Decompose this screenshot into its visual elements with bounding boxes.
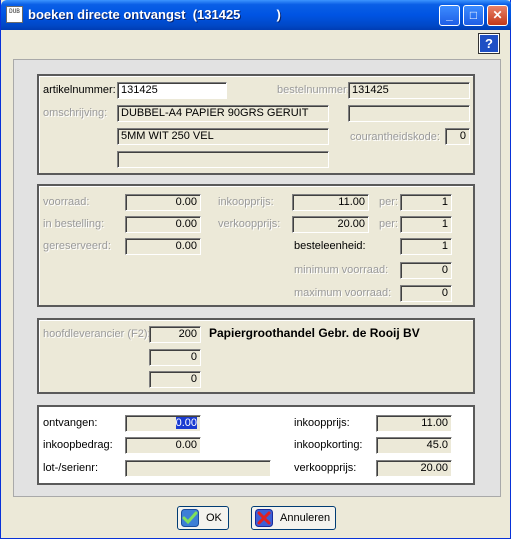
bestelnummer-field[interactable]: 131425 [348, 82, 470, 99]
dialog-window: DUB boeken directe ontvangst (131425 ) _… [0, 0, 511, 539]
leverancier-3-field[interactable]: 0 [149, 371, 201, 388]
leverancier-2-field[interactable]: 0 [149, 349, 201, 366]
verkoopprijs-label: verkoopprijs: [218, 218, 281, 230]
minimum-voorraad-field[interactable]: 0 [400, 262, 452, 279]
minimize-button[interactable]: _ [439, 5, 460, 26]
help-button[interactable]: ? [478, 33, 500, 54]
maximum-voorraad-label: maximum voorraad: [294, 287, 392, 299]
cancel-button[interactable]: Annuleren [251, 506, 336, 530]
supplier-group: hoofdleverancier (F2): 200 Papiergrootha… [37, 318, 475, 394]
close-button[interactable]: ✕ [487, 5, 508, 26]
besteleenheid-field[interactable]: 1 [400, 238, 452, 255]
maximum-voorraad-field[interactable]: 0 [400, 285, 452, 302]
check-icon [181, 509, 199, 527]
lot-serienr-label: lot-/serienr: [43, 462, 99, 474]
omschrijving-label: omschrijving: [43, 107, 108, 119]
inkoopkorting-label: inkoopkorting: [294, 439, 363, 451]
article-group: artikelnummer: 131425 bestelnummer: 1314… [37, 74, 475, 175]
inkoopprijs-label: inkoopprijs: [218, 196, 274, 208]
per-label-2: per: [379, 218, 398, 230]
receipt-inkoopprijs-field[interactable]: 11.00 [376, 415, 452, 432]
artikelnummer-label: artikelnummer: [43, 84, 116, 96]
artikelnummer-field[interactable]: 131425 [117, 82, 227, 99]
besteleenheid-label: besteleenheid: [294, 240, 366, 252]
ok-label: OK [206, 512, 222, 524]
title-bar[interactable]: DUB boeken directe ontvangst (131425 ) _… [1, 0, 511, 30]
voorraad-label: voorraad: [43, 196, 90, 208]
app-icon: DUB [6, 6, 23, 23]
ontvangen-label: ontvangen: [43, 417, 98, 429]
extra-field[interactable] [348, 105, 470, 122]
receipt-inkoopprijs-label: inkoopprijs: [294, 417, 350, 429]
inkoopbedrag-label: inkoopbedrag: [43, 439, 113, 451]
hoofdleverancier-label: hoofdleverancier (F2): [43, 328, 151, 340]
window-title: boeken directe ontvangst (131425 ) [28, 7, 281, 22]
receipt-verkoopprijs-label: verkoopprijs: [294, 462, 357, 474]
gereserveerd-field[interactable]: 0.00 [125, 238, 201, 255]
per-label-1: per: [379, 196, 398, 208]
courantheidskode-label: courantheidskode: [350, 131, 440, 143]
voorraad-field[interactable]: 0.00 [125, 194, 201, 211]
cancel-x-icon [255, 509, 273, 527]
omschrijving-line-1[interactable]: DUBBEL-A4 PAPIER 90GRS GERUIT [117, 105, 329, 122]
inkoopkorting-field[interactable]: 45.0 [376, 437, 452, 454]
maximize-button[interactable]: □ [463, 5, 484, 26]
cancel-label: Annuleren [280, 512, 331, 524]
per-field-2[interactable]: 1 [400, 216, 452, 233]
lot-serienr-field[interactable] [125, 460, 271, 477]
ontvangen-field[interactable]: 0.00 [125, 415, 201, 432]
in-bestelling-field[interactable]: 0.00 [125, 216, 201, 233]
ontvangen-value: 0.00 [175, 417, 197, 429]
bestelnummer-label: bestelnummer: [277, 84, 350, 96]
receipt-verkoopprijs-field[interactable]: 20.00 [376, 460, 452, 477]
stock-group: voorraad: 0.00 in bestelling: 0.00 geres… [37, 184, 475, 307]
hoofdleverancier-field[interactable]: 200 [149, 326, 201, 343]
ok-button[interactable]: OK [177, 506, 229, 530]
courantheidskode-field[interactable]: 0 [445, 128, 470, 145]
gereserveerd-label: gereserveerd: [43, 240, 111, 252]
omschrijving-line-3[interactable] [117, 151, 329, 168]
verkoopprijs-field[interactable]: 20.00 [292, 216, 369, 233]
in-bestelling-label: in bestelling: [43, 218, 105, 230]
supplier-name: Papiergroothandel Gebr. de Rooij BV [209, 326, 420, 340]
inkoopbedrag-field[interactable]: 0.00 [125, 437, 201, 454]
receipt-group: ontvangen: 0.00 inkoopbedrag: 0.00 lot-/… [37, 405, 475, 485]
per-field-1[interactable]: 1 [400, 194, 452, 211]
minimum-voorraad-label: minimum voorraad: [294, 264, 389, 276]
inkoopprijs-field[interactable]: 11.00 [292, 194, 369, 211]
omschrijving-line-2[interactable]: 5MM WIT 250 VEL [117, 128, 329, 145]
